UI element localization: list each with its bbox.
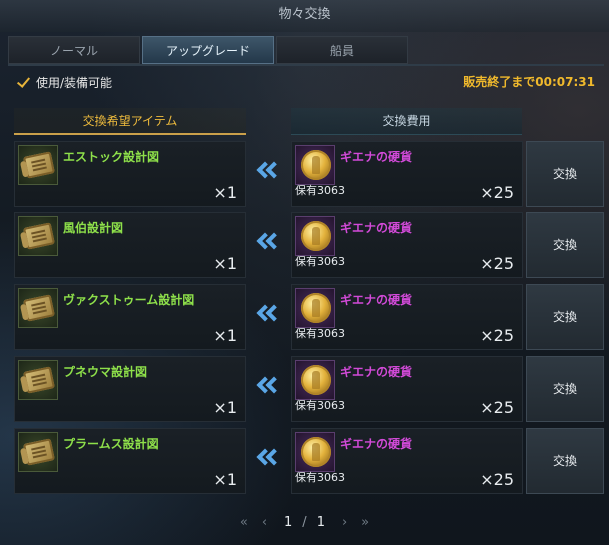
cost-item-name: ギエナの硬貨 [340,150,413,164]
cost-item-box[interactable]: ギエナの硬貨 保有3063 ×25 [291,428,523,494]
gold-coin-icon [301,437,331,467]
coin-slot [295,216,335,256]
next-page-button[interactable]: › [342,515,347,530]
gold-coin-icon [301,221,331,251]
blueprint-scroll-icon [23,151,55,179]
barter-window: 物々交換 ノーマル アップグレード 船員 使用/装備可能 販売終了まで00:07… [0,0,609,545]
blueprint-scroll-icon [23,366,55,394]
owned-count: 保有3063 [295,471,345,484]
item-quantity: ×1 [213,183,237,202]
tab-divider [8,64,604,66]
item-quantity: ×1 [213,470,237,489]
exchange-button[interactable]: 交換 [526,356,604,422]
exchange-button[interactable]: 交換 [526,428,604,494]
usable-filter-checkbox[interactable]: 使用/装備可能 [16,73,112,91]
blueprint-scroll-icon [23,438,55,466]
cost-quantity: ×25 [480,398,514,417]
exchange-row: プラームス設計図 ×1 ギエナの硬貨 保有3063 ×25 交換 [14,428,604,494]
window-title: 物々交換 [0,0,609,32]
cost-item-box[interactable]: ギエナの硬貨 保有3063 ×25 [291,356,523,422]
item-slot [18,288,58,328]
item-name: プラームス設計図 [63,437,159,451]
item-name: 風伯設計図 [63,221,124,235]
cost-item-name: ギエナの硬貨 [340,437,413,451]
cost-quantity: ×25 [480,254,514,273]
coin-slot [295,432,335,472]
tab-upgrade[interactable]: アップグレード [142,36,274,64]
item-name: プネウマ設計図 [63,365,148,379]
page-separator: / [302,514,307,530]
tab-crew[interactable]: 船員 [276,36,408,64]
double-chevron-left-icon [255,232,283,256]
item-name: ヴァクストゥーム設計図 [63,293,195,307]
blueprint-scroll-icon [23,222,55,250]
last-page-button[interactable]: » [361,515,369,530]
owned-count: 保有3063 [295,255,345,268]
exchange-button[interactable]: 交換 [526,212,604,278]
owned-count: 保有3063 [295,184,345,197]
cost-quantity: ×25 [480,183,514,202]
owned-count: 保有3063 [295,327,345,340]
wanted-item-box[interactable]: プネウマ設計図 ×1 [14,356,246,422]
exchange-button[interactable]: 交換 [526,141,604,207]
exchange-cost-header: 交換費用 [291,108,522,135]
prev-page-button[interactable]: ‹ [262,515,267,530]
double-chevron-left-icon [255,376,283,400]
usable-filter-label: 使用/装備可能 [36,75,113,90]
item-slot [18,216,58,256]
item-slot [18,145,58,185]
item-quantity: ×1 [213,398,237,417]
first-page-button[interactable]: « [240,515,248,530]
check-icon [16,75,30,89]
exchange-row: 風伯設計図 ×1 ギエナの硬貨 保有3063 ×25 交換 [14,212,604,278]
tab-normal[interactable]: ノーマル [8,36,140,64]
owned-count: 保有3063 [295,399,345,412]
item-quantity: ×1 [213,326,237,345]
gold-coin-icon [301,293,331,323]
total-pages: 1 [316,514,325,530]
blueprint-scroll-icon [23,294,55,322]
item-slot [18,360,58,400]
wanted-item-box[interactable]: プラームス設計図 ×1 [14,428,246,494]
tab-bar: ノーマル アップグレード 船員 [8,36,604,64]
coin-slot [295,145,335,185]
coin-slot [295,288,335,328]
exchange-row: ヴァクストゥーム設計図 ×1 ギエナの硬貨 保有3063 ×25 交換 [14,284,604,350]
cost-quantity: ×25 [480,326,514,345]
item-name: エストック設計図 [63,150,160,164]
double-chevron-left-icon [255,161,283,185]
cost-item-name: ギエナの硬貨 [340,293,413,307]
cost-quantity: ×25 [480,470,514,489]
exchange-button[interactable]: 交換 [526,284,604,350]
item-slot [18,432,58,472]
wanted-item-box[interactable]: エストック設計図 ×1 [14,141,246,207]
sale-end-timer: 販売終了まで00:07:31 [463,75,595,89]
wanted-item-box[interactable]: 風伯設計図 ×1 [14,212,246,278]
gold-coin-icon [301,150,331,180]
wanted-items-header: 交換希望アイテム [14,108,246,135]
cost-item-box[interactable]: ギエナの硬貨 保有3063 ×25 [291,284,523,350]
gold-coin-icon [301,365,331,395]
pagination: « ‹ 1 / 1 › » [0,510,609,534]
cost-item-name: ギエナの硬貨 [340,221,413,235]
item-quantity: ×1 [213,254,237,273]
double-chevron-left-icon [255,304,283,328]
cost-item-box[interactable]: ギエナの硬貨 保有3063 ×25 [291,212,523,278]
coin-slot [295,360,335,400]
cost-item-name: ギエナの硬貨 [340,365,413,379]
exchange-row: プネウマ設計図 ×1 ギエナの硬貨 保有3063 ×25 交換 [14,356,604,422]
double-chevron-left-icon [255,448,283,472]
current-page: 1 [284,514,293,530]
exchange-row: エストック設計図 ×1 ギエナの硬貨 保有3063 ×25 交換 [14,141,604,207]
cost-item-box[interactable]: ギエナの硬貨 保有3063 ×25 [291,141,523,207]
wanted-item-box[interactable]: ヴァクストゥーム設計図 ×1 [14,284,246,350]
